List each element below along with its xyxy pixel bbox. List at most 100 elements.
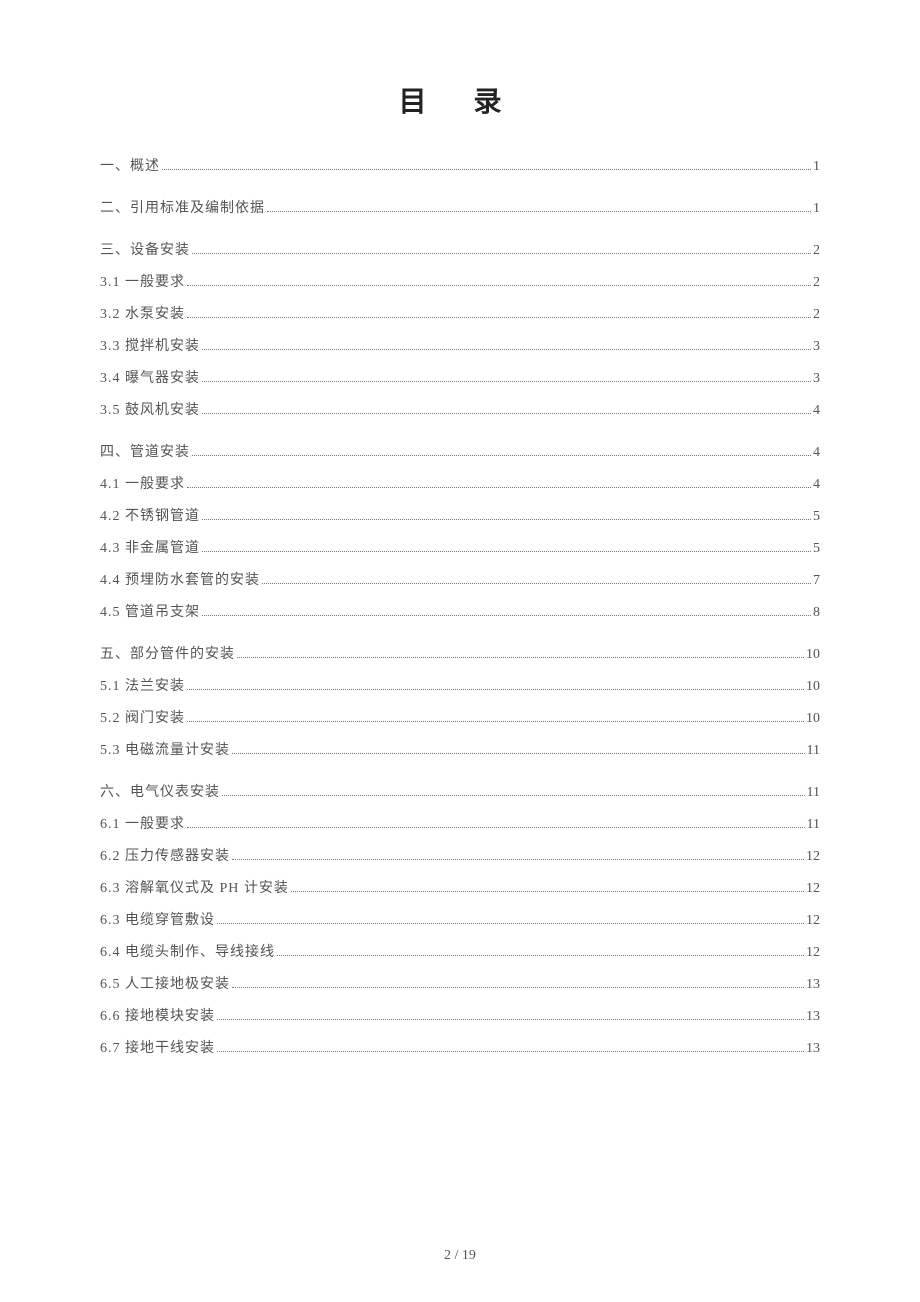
- toc-leader-dots: [262, 583, 811, 584]
- toc-page-number: 2: [813, 276, 820, 290]
- toc-row: 6.2 压力传感器安装 12: [100, 850, 820, 864]
- toc-leader-dots: [232, 859, 804, 860]
- toc-label: 6.4 电缆头制作、导线接线: [100, 946, 275, 960]
- toc-leader-dots: [267, 211, 811, 212]
- toc-label: 6.2 压力传感器安装: [100, 850, 230, 864]
- toc-row: 5.1 法兰安装10: [100, 680, 820, 694]
- toc-leader-dots: [237, 657, 804, 658]
- toc-label: 一、概述: [100, 160, 160, 174]
- toc-row: 一、概述 1: [100, 160, 820, 174]
- toc-label: 3.2 水泵安装: [100, 308, 185, 322]
- toc-page-number: 12: [806, 946, 820, 960]
- toc-leader-dots: [232, 753, 805, 754]
- toc-page-number: 7: [813, 574, 820, 588]
- toc-row: 3.2 水泵安装 2: [100, 308, 820, 322]
- toc-leader-dots: [202, 615, 811, 616]
- toc-page-number: 12: [806, 882, 820, 896]
- page-footer: 2 / 19: [0, 1248, 920, 1264]
- toc-row: 4.1 一般要求 4: [100, 478, 820, 492]
- toc-row: 4.5 管道吊支架8: [100, 606, 820, 620]
- toc-row: 3.3 搅拌机安装 3: [100, 340, 820, 354]
- toc-leader-dots: [162, 169, 811, 170]
- toc-leader-dots: [217, 1019, 804, 1020]
- toc-leader-dots: [187, 285, 811, 286]
- toc-page-number: 1: [813, 202, 820, 216]
- table-of-contents: 一、概述1二、引用标准及编制依据1三、设备安装23.1 一般要求23.2 水泵安…: [100, 160, 820, 1056]
- toc-page-number: 1: [813, 160, 820, 174]
- toc-page-number: 2: [813, 308, 820, 322]
- toc-row: 四、管道安装 4: [100, 446, 820, 460]
- toc-row: 4.2 不锈钢管道5: [100, 510, 820, 524]
- toc-leader-dots: [232, 987, 804, 988]
- toc-row: 6.7 接地干线安装 13: [100, 1042, 820, 1056]
- toc-page-number: 11: [807, 786, 820, 800]
- toc-label: 六、电气仪表安装: [100, 786, 220, 800]
- toc-row: 6.4 电缆头制作、导线接线 12: [100, 946, 820, 960]
- toc-label: 6.1 一般要求: [100, 818, 185, 832]
- toc-page-number: 10: [806, 648, 820, 662]
- toc-page-number: 12: [806, 914, 820, 928]
- toc-label: 3.1 一般要求: [100, 276, 185, 290]
- toc-label: 6.5 人工接地极安装: [100, 978, 230, 992]
- toc-row: 3.1 一般要求 2: [100, 276, 820, 290]
- page-title: 目 录: [100, 80, 820, 120]
- toc-label: 二、引用标准及编制依据: [100, 202, 265, 216]
- toc-label: 4.3 非金属管道: [100, 542, 200, 556]
- toc-page-number: 13: [806, 978, 820, 992]
- toc-leader-dots: [187, 487, 811, 488]
- toc-label: 5.1 法兰安装: [100, 680, 185, 694]
- toc-row: 3.4 曝气器安装 3: [100, 372, 820, 386]
- toc-leader-dots: [187, 721, 804, 722]
- toc-label: 四、管道安装: [100, 446, 190, 460]
- toc-leader-dots: [222, 795, 805, 796]
- toc-page-number: 12: [806, 850, 820, 864]
- toc-page-number: 13: [806, 1010, 820, 1024]
- toc-leader-dots: [202, 381, 811, 382]
- toc-row: 5.2 阀门安装 10: [100, 712, 820, 726]
- toc-leader-dots: [202, 519, 811, 520]
- toc-page-number: 5: [813, 542, 820, 556]
- toc-leader-dots: [202, 551, 811, 552]
- toc-label: 3.4 曝气器安装: [100, 372, 200, 386]
- toc-leader-dots: [202, 413, 811, 414]
- toc-leader-dots: [187, 689, 804, 690]
- toc-label: 6.3 溶解氧仪式及 PH 计安装: [100, 882, 289, 896]
- toc-row: 5.3 电磁流量计安装11: [100, 744, 820, 758]
- toc-label: 3.3 搅拌机安装: [100, 340, 200, 354]
- toc-row: 五、部分管件的安装 10: [100, 648, 820, 662]
- toc-row: 6.6 接地模块安装13: [100, 1010, 820, 1024]
- toc-row: 6.3 溶解氧仪式及 PH 计安装 12: [100, 882, 820, 896]
- toc-leader-dots: [217, 1051, 804, 1052]
- toc-page-number: 4: [813, 478, 820, 492]
- toc-page-number: 3: [813, 340, 820, 354]
- toc-page-number: 4: [813, 404, 820, 418]
- toc-page-number: 3: [813, 372, 820, 386]
- toc-leader-dots: [187, 827, 805, 828]
- toc-row: 6.1 一般要求 11: [100, 818, 820, 832]
- toc-row: 4.4 预埋防水套管的安装7: [100, 574, 820, 588]
- toc-row: 6.5 人工接地极安装 13: [100, 978, 820, 992]
- toc-page-number: 4: [813, 446, 820, 460]
- toc-row: 六、电气仪表安装 11: [100, 786, 820, 800]
- toc-label: 6.3 电缆穿管敷设: [100, 914, 215, 928]
- toc-row: 3.5 鼓风机安装 4: [100, 404, 820, 418]
- toc-page-number: 11: [807, 818, 820, 832]
- toc-label: 4.1 一般要求: [100, 478, 185, 492]
- toc-label: 三、设备安装: [100, 244, 190, 258]
- toc-leader-dots: [192, 455, 811, 456]
- toc-page-number: 10: [806, 712, 820, 726]
- toc-label: 3.5 鼓风机安装: [100, 404, 200, 418]
- toc-label: 6.7 接地干线安装: [100, 1042, 215, 1056]
- toc-leader-dots: [202, 349, 811, 350]
- toc-page-number: 13: [806, 1042, 820, 1056]
- toc-page-number: 2: [813, 244, 820, 258]
- toc-row: 二、引用标准及编制依据 1: [100, 202, 820, 216]
- toc-label: 五、部分管件的安装: [100, 648, 235, 662]
- toc-label: 4.5 管道吊支架: [100, 606, 200, 620]
- toc-label: 5.2 阀门安装: [100, 712, 185, 726]
- toc-page-number: 5: [813, 510, 820, 524]
- toc-leader-dots: [192, 253, 811, 254]
- toc-label: 5.3 电磁流量计安装: [100, 744, 230, 758]
- toc-leader-dots: [291, 891, 804, 892]
- toc-leader-dots: [277, 955, 804, 956]
